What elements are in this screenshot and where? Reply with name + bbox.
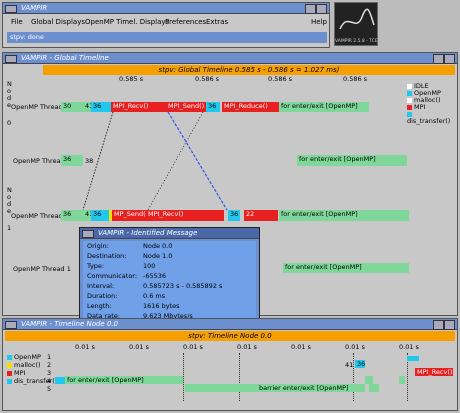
legend-swatch [7,370,12,376]
menu-preferences[interactable]: Preferences [165,16,206,28]
main-title-bar[interactable]: VAMPIR [3,3,329,14]
tick-label: 0.01 s [345,343,365,351]
bar-label: 41 [345,361,354,369]
window-menu-icon[interactable] [5,321,17,329]
node-title-bar[interactable]: VAMPIR - Timeline Node 0.0 [3,319,457,330]
grid-line [183,353,184,401]
message-line-highlighted [167,111,228,211]
global-title: VAMPIR - Global Timeline [21,54,109,62]
message-title: VAMPIR - Identified Message [98,229,198,237]
minimize-button[interactable] [433,320,444,330]
timeline-node-window: VAMPIR - Timeline Node 0.0 stpv: Timelin… [2,318,458,411]
minimize-button[interactable] [433,54,444,64]
tick-label: 0.01 s [237,343,257,351]
mini-window-caption: VAMPIR 2.5.8 - TCE [335,39,378,44]
node-status-text: stpv: Timeline Node 0.0 [188,332,272,340]
tick-label: 0.01 s [129,343,149,351]
maximize-button[interactable] [444,320,455,330]
tick-label: 0.01 s [291,343,311,351]
message-details: Origin: Node 0.0 Destination: Node 1.0 Typ… [83,241,256,323]
message-row: Communicator: -65536 [87,272,167,280]
menu-openmp-timel-displays[interactable]: OpenMP Timel. Displays [85,16,169,28]
menu-extras[interactable]: Extras [206,16,228,28]
message-row: Type: 100 [87,262,156,270]
menu-bar: File Global Displays OpenMP Timel. Displ… [5,16,327,28]
tick-label: 0.01 s [183,343,203,351]
node-plot-area[interactable]: 0.01 s 0.01 s 0.01 s 0.01 s 0.01 s 0.01 … [3,343,457,409]
mini-window[interactable]: VAMPIR 2.5.8 - TCE [334,2,378,46]
maximize-button[interactable] [316,4,327,14]
message-row: Duration: 0.6 ms [87,292,166,300]
message-line [82,111,114,211]
legend-swatch [7,378,12,384]
main-window: VAMPIR File Global Displays OpenMP Timel… [2,2,330,48]
vampir-logo-icon [339,8,375,30]
message-line [147,111,204,211]
message-row: Length: 1616 bytes [87,302,180,310]
message-row: Interval: 0.585723 s - 0.585892 s [87,282,223,290]
bar-segment[interactable] [55,377,65,384]
main-title: VAMPIR [21,4,48,12]
message-title-bar[interactable]: VAMPIR - Identified Message [80,228,259,239]
menu-file[interactable]: File [11,16,23,28]
global-status-text: stpv: Global Timeline 0.585 s - 0.586 s … [158,66,340,74]
menu-global-displays[interactable]: Global Displays [31,16,85,28]
bar-segment[interactable]: for enter/exit [OpenMP] [65,376,183,384]
identified-message-window: VAMPIR - Identified Message Origin: Node … [79,227,260,327]
window-menu-icon[interactable] [5,5,17,13]
minimize-button[interactable] [305,4,316,14]
bar-segment-mpi-recv[interactable]: MPI_Recv() [415,368,453,376]
tick-label: 0.01 s [75,343,95,351]
maximize-button[interactable] [444,54,455,64]
grid-line [239,353,240,401]
bar-segment[interactable] [365,376,373,384]
bar-segment[interactable] [407,356,419,361]
tick-label: 0.01 s [399,343,419,351]
bar-segment[interactable]: barrier enter/exit [OpenMP] [185,384,365,392]
bar-segment[interactable]: 36 [355,360,365,368]
legend-swatch [7,354,12,360]
window-menu-icon[interactable] [82,230,94,238]
global-title-bar[interactable]: VAMPIR - Global Timeline [3,53,457,64]
global-status-bar: stpv: Global Timeline 0.585 s - 0.586 s … [43,65,455,75]
legend-swatch [7,362,12,368]
message-row: Destination: Node 1.0 [87,252,173,260]
menu-help[interactable]: Help [311,16,327,28]
row-numbers: 12345 [47,353,52,393]
bar-segment[interactable] [369,384,379,392]
message-row: Origin: Node 0.0 [87,242,173,250]
node-status-bar: stpv: Timeline Node 0.0 [5,331,455,341]
window-menu-icon[interactable] [5,55,17,63]
main-status-bar: stpv: done [7,32,327,43]
node-title: VAMPIR - Timeline Node 0.0 [21,320,119,328]
bar-segment[interactable] [399,376,405,384]
main-status-text: stpv: done [10,33,45,41]
